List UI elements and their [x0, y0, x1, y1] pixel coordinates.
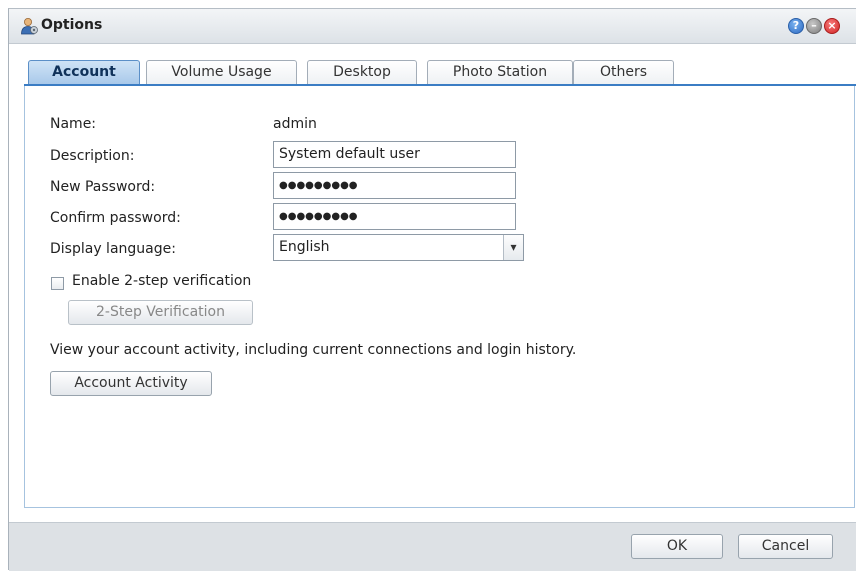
account-activity-button[interactable]: Account Activity [50, 371, 212, 396]
account-activity-description: View your account activity, including cu… [50, 342, 577, 358]
name-label: Name: [50, 116, 97, 132]
two-step-checkbox[interactable] [51, 277, 64, 290]
description-field[interactable]: System default user [273, 141, 516, 168]
display-language-label: Display language: [50, 241, 176, 257]
account-panel: Name: admin Description: System default … [24, 86, 855, 508]
minimize-button[interactable]: – [806, 18, 822, 34]
window-title: Options [41, 17, 103, 33]
help-icon: ? [792, 19, 800, 32]
ok-button[interactable]: OK [631, 534, 723, 559]
user-settings-icon [21, 18, 38, 35]
two-step-verification-button[interactable]: 2-Step Verification [68, 300, 253, 325]
tab-others[interactable]: Others [573, 60, 674, 84]
new-password-label: New Password: [50, 179, 156, 195]
display-language-value: English [279, 239, 330, 255]
new-password-field[interactable]: ●●●●●●●●● [273, 172, 516, 199]
close-icon: × [827, 19, 837, 32]
tab-account[interactable]: Account [28, 60, 140, 84]
confirm-password-field[interactable]: ●●●●●●●●● [273, 203, 516, 230]
dialog-body: Account Volume Usage Desktop Photo Stati… [9, 44, 856, 522]
tab-strip: Account Volume Usage Desktop Photo Stati… [24, 52, 856, 86]
help-button[interactable]: ? [788, 18, 804, 34]
confirm-password-label: Confirm password: [50, 210, 181, 226]
close-button[interactable]: × [824, 18, 840, 34]
chevron-down-icon[interactable]: ▾ [503, 235, 523, 260]
cancel-button[interactable]: Cancel [738, 534, 833, 559]
tab-desktop[interactable]: Desktop [307, 60, 417, 84]
display-language-select[interactable]: English ▾ [273, 234, 524, 261]
options-dialog: Options ? – × Account Volume Usage Deskt… [8, 8, 856, 571]
title-bar[interactable]: Options ? – × [9, 9, 856, 44]
tab-volume-usage[interactable]: Volume Usage [146, 60, 297, 84]
tab-photo-station[interactable]: Photo Station [427, 60, 573, 84]
name-value: admin [273, 116, 317, 132]
dialog-footer: OK Cancel [9, 522, 856, 571]
two-step-checkbox-label: Enable 2-step verification [72, 273, 252, 289]
description-label: Description: [50, 148, 135, 164]
minimize-icon: – [811, 19, 817, 32]
